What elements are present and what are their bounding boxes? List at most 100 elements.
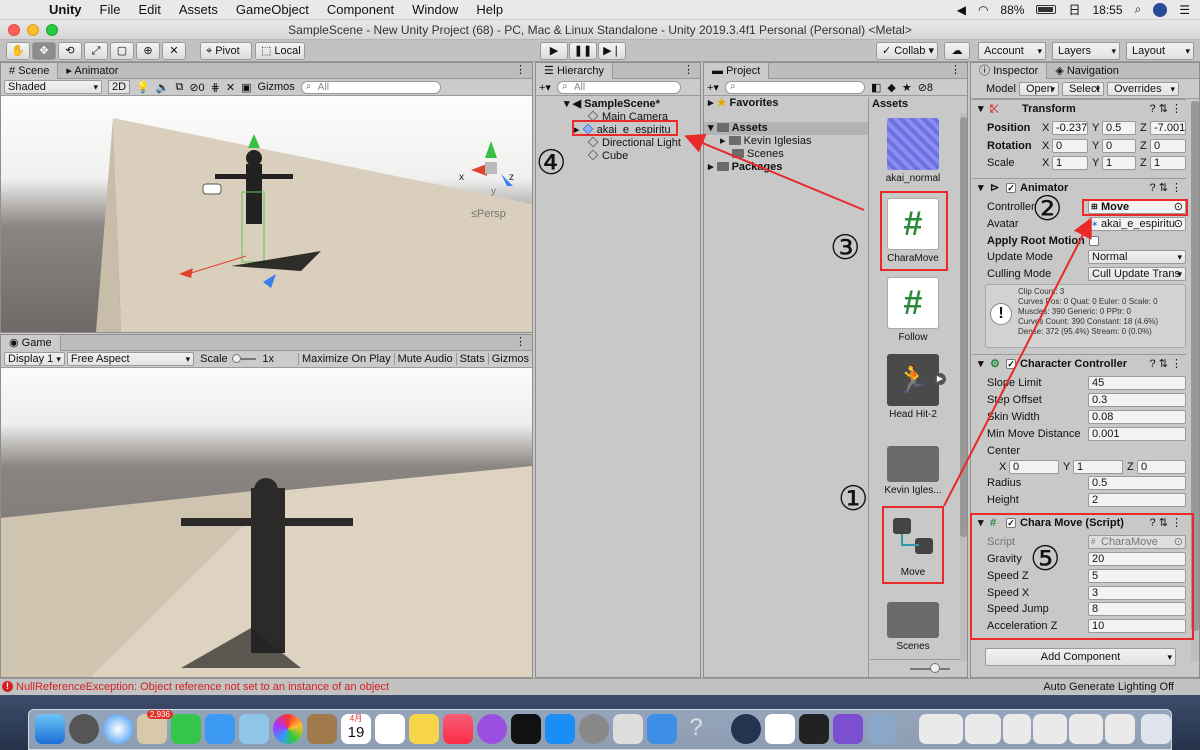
podcasts-icon[interactable] xyxy=(477,714,507,744)
animator-header[interactable]: ▾ ⊳ ✓ Animator? ⇅ ⋮ xyxy=(972,178,1186,197)
app-store-icon[interactable] xyxy=(545,714,575,744)
asset-kevin-iglesias-folder[interactable]: Kevin Igles... xyxy=(881,438,945,496)
mute-audio-toggle[interactable]: Mute Audio xyxy=(393,353,456,365)
favorite-icon[interactable]: ★ xyxy=(902,81,912,94)
scene-root[interactable]: ▾ ◀ SampleScene* xyxy=(536,98,700,111)
project-scrollbar[interactable] xyxy=(960,113,967,661)
asset-akai-normal[interactable]: akai_normal xyxy=(881,118,945,184)
zoom-window-button[interactable] xyxy=(46,24,58,36)
scale-slider[interactable] xyxy=(231,354,257,363)
gizmos-dropdown[interactable]: Gizmos xyxy=(258,81,295,93)
menu-help[interactable]: Help xyxy=(467,2,512,17)
pos-x-field[interactable]: -0.237 xyxy=(1052,121,1088,135)
lighting-icon[interactable]: 💡 xyxy=(136,81,150,94)
scl-z-field[interactable]: 1 xyxy=(1150,156,1186,170)
safari-icon[interactable] xyxy=(103,714,133,744)
xcode-icon[interactable] xyxy=(647,714,677,744)
preview-icon[interactable] xyxy=(867,714,897,744)
layers-dropdown[interactable]: Layers xyxy=(1052,42,1120,60)
messages-icon[interactable] xyxy=(205,714,235,744)
center-z-field[interactable]: 0 xyxy=(1137,460,1186,474)
visibility-icon[interactable]: ⊘0 xyxy=(189,81,204,94)
create-plus-icon[interactable]: +▾ xyxy=(539,81,551,94)
tab-inspector[interactable]: ⓘ Inspector xyxy=(971,63,1048,79)
add-component-button[interactable]: Add Component xyxy=(985,648,1176,666)
window-thumbnail-3[interactable] xyxy=(1003,714,1031,744)
object-picker-icon[interactable]: ⊙ xyxy=(1174,218,1183,230)
search-icon[interactable]: ⌕ xyxy=(1135,2,1142,17)
center-x-field[interactable]: 0 xyxy=(1009,460,1059,474)
skin-width-field[interactable]: 0.08 xyxy=(1088,410,1186,424)
hand-tool-icon[interactable]: ✋ xyxy=(6,42,30,60)
culling-mode-dropdown[interactable]: Cull Update Trans xyxy=(1088,267,1186,281)
help-question-icon[interactable]: ? xyxy=(681,714,711,744)
calendar-icon[interactable]: 4月 19 xyxy=(341,714,371,744)
menu-gameobject[interactable]: GameObject xyxy=(227,2,318,17)
unity-status-icon[interactable]: ◀ xyxy=(957,3,966,17)
filter-label-icon[interactable]: ◆ xyxy=(887,81,895,94)
panel-menu-icon[interactable]: ⋮ xyxy=(515,335,526,348)
packages-folder[interactable]: ▸ Packages xyxy=(704,161,868,174)
avatar-field[interactable]: ✶ akai_e_espiritu ⊙ xyxy=(1088,217,1186,231)
panel-menu-icon[interactable]: ⋮ xyxy=(950,63,961,76)
menu-component[interactable]: Component xyxy=(318,2,403,17)
tab-animator[interactable]: ▸ Animator xyxy=(58,63,126,79)
trash-icon[interactable] xyxy=(1141,714,1171,744)
hierarchy-search-input[interactable]: All xyxy=(556,80,681,94)
window-thumbnail-6[interactable] xyxy=(1105,714,1135,744)
menu-app-unity[interactable]: Unity xyxy=(40,2,91,17)
project-search-input[interactable] xyxy=(724,80,865,94)
window-thumbnail-1[interactable] xyxy=(919,714,963,744)
cc-enabled-checkbox[interactable]: ✓ xyxy=(1006,359,1016,369)
pause-button[interactable]: ❚❚ xyxy=(569,42,597,60)
close-window-button[interactable] xyxy=(8,24,20,36)
lighting-status[interactable]: Auto Generate Lighting Off xyxy=(1043,679,1174,695)
pos-y-field[interactable]: 0.5 xyxy=(1102,121,1136,135)
tab-project[interactable]: ▬ Project xyxy=(704,63,770,79)
unity-icon[interactable] xyxy=(799,714,829,744)
update-mode-dropdown[interactable]: Normal xyxy=(1088,250,1186,264)
mail-icon[interactable]: 2,936 xyxy=(137,710,173,744)
scl-y-field[interactable]: 1 xyxy=(1102,156,1136,170)
radius-field[interactable]: 0.5 xyxy=(1088,476,1186,490)
local-button[interactable]: ⬚ Local xyxy=(255,42,305,60)
component-options-icon[interactable]: ? ⇅ ⋮ xyxy=(1150,100,1182,118)
transform-header[interactable]: ▾ ⤪ Transform ? ⇅ ⋮ xyxy=(972,99,1186,118)
overrides-dropdown[interactable]: Overrides xyxy=(1106,81,1179,96)
menu-assets[interactable]: Assets xyxy=(170,2,227,17)
account-dropdown[interactable]: Account xyxy=(978,42,1046,60)
reminders-icon[interactable] xyxy=(375,714,405,744)
notification-icon[interactable]: ☰ xyxy=(1179,3,1190,17)
custom-tool-icon[interactable]: ✕ xyxy=(162,42,186,60)
finder-icon[interactable] xyxy=(35,714,65,744)
height-field[interactable]: 2 xyxy=(1088,493,1186,507)
rot-y-field[interactable]: 0 xyxy=(1102,139,1136,153)
2d-toggle[interactable]: 2D xyxy=(108,80,131,94)
scl-x-field[interactable]: 1 xyxy=(1052,156,1088,170)
component-options-icon[interactable]: ? ⇅ ⋮ xyxy=(1150,355,1182,373)
animator-enabled-checkbox[interactable]: ✓ xyxy=(1006,183,1016,193)
persp-label[interactable]: ≤Persp xyxy=(471,208,506,220)
grid-icon[interactable]: ⋕ xyxy=(211,81,220,94)
visual-studio-icon[interactable] xyxy=(833,714,863,744)
keyboard-icon[interactable] xyxy=(613,714,643,744)
system-preferences-icon[interactable] xyxy=(579,714,609,744)
tab-hierarchy[interactable]: ☰ Hierarchy xyxy=(536,63,614,79)
rect-tool-icon[interactable]: ▢ xyxy=(110,42,134,60)
assets-folder[interactable]: ▾ Assets xyxy=(704,122,868,135)
transform-tool-icon[interactable]: ⊕ xyxy=(136,42,160,60)
panel-menu-icon[interactable]: ⋮ xyxy=(683,63,694,76)
display-dropdown[interactable]: Display 1 xyxy=(4,352,65,366)
tree-item-kevin[interactable]: ▸ Kevin Iglesias xyxy=(704,135,868,148)
apple-tv-icon[interactable] xyxy=(511,714,541,744)
layout-dropdown[interactable]: Layout xyxy=(1126,42,1194,60)
wifi-icon[interactable]: ◠ xyxy=(978,3,988,17)
window-thumbnail-5[interactable] xyxy=(1069,714,1103,744)
expand-asset-icon[interactable]: ▶ xyxy=(934,373,946,385)
battery-icon[interactable] xyxy=(1036,5,1057,14)
step-offset-field[interactable]: 0.3 xyxy=(1088,393,1186,407)
photos-icon[interactable] xyxy=(273,714,303,744)
audio-icon[interactable]: 🔈 xyxy=(156,81,170,94)
filter-type-icon[interactable]: ◧ xyxy=(871,81,881,94)
contacts-icon[interactable] xyxy=(307,714,337,744)
